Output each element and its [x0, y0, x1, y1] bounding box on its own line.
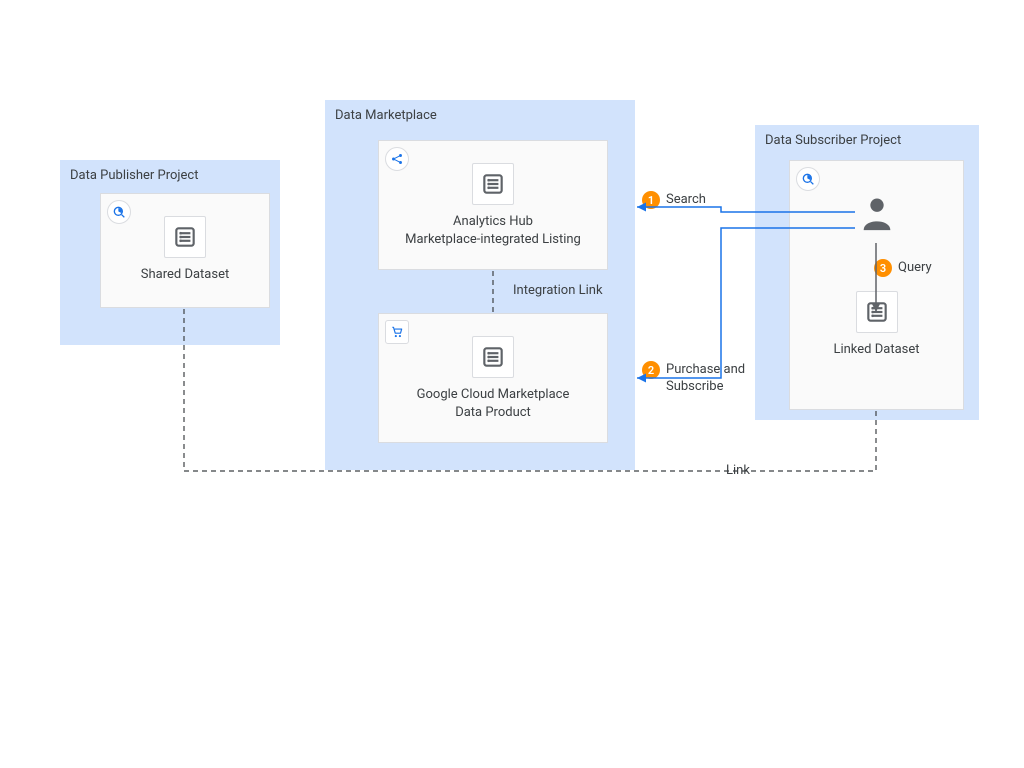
user-icon: [857, 191, 897, 236]
product-icon: [472, 336, 514, 378]
card-shared-dataset-label: Shared Dataset: [111, 266, 259, 284]
panel-subscriber-title: Data Subscriber Project: [765, 133, 969, 148]
bigquery-icon: [107, 200, 131, 224]
step-badge-2: 2: [642, 361, 660, 379]
diagram-canvas: Data Publisher Project: [0, 0, 1024, 768]
panel-publisher-title: Data Publisher Project: [70, 168, 270, 183]
card-subscriber: Linked Dataset: [789, 160, 964, 410]
card-gcm-product: Google Cloud Marketplace Data Product: [378, 313, 608, 443]
panel-subscriber: Data Subscriber Project: [755, 125, 979, 420]
bigquery-icon: [796, 167, 820, 191]
step-badge-1: 1: [642, 191, 660, 209]
panel-publisher: Data Publisher Project: [60, 160, 280, 345]
panel-marketplace-title: Data Marketplace: [335, 108, 625, 123]
card-analytics-hub-label: Analytics Hub Marketplace-integrated Lis…: [389, 213, 597, 248]
card-shared-dataset: Shared Dataset: [100, 193, 270, 308]
share-icon: [385, 147, 409, 171]
cart-icon: [385, 320, 409, 344]
label-purchase-subscribe: Purchase and Subscribe: [666, 362, 766, 396]
label-link: Link: [726, 463, 750, 478]
label-search: Search: [666, 192, 706, 207]
linked-dataset-icon: [856, 291, 898, 333]
label-integration-link: Integration Link: [513, 283, 603, 298]
label-query: Query: [898, 260, 932, 275]
step-badge-3: 3: [874, 259, 892, 277]
card-linked-dataset-label: Linked Dataset: [800, 341, 953, 359]
listing-icon: [472, 163, 514, 205]
card-analytics-hub: Analytics Hub Marketplace-integrated Lis…: [378, 140, 608, 270]
dataset-icon: [164, 216, 206, 258]
card-gcm-product-label: Google Cloud Marketplace Data Product: [389, 386, 597, 421]
